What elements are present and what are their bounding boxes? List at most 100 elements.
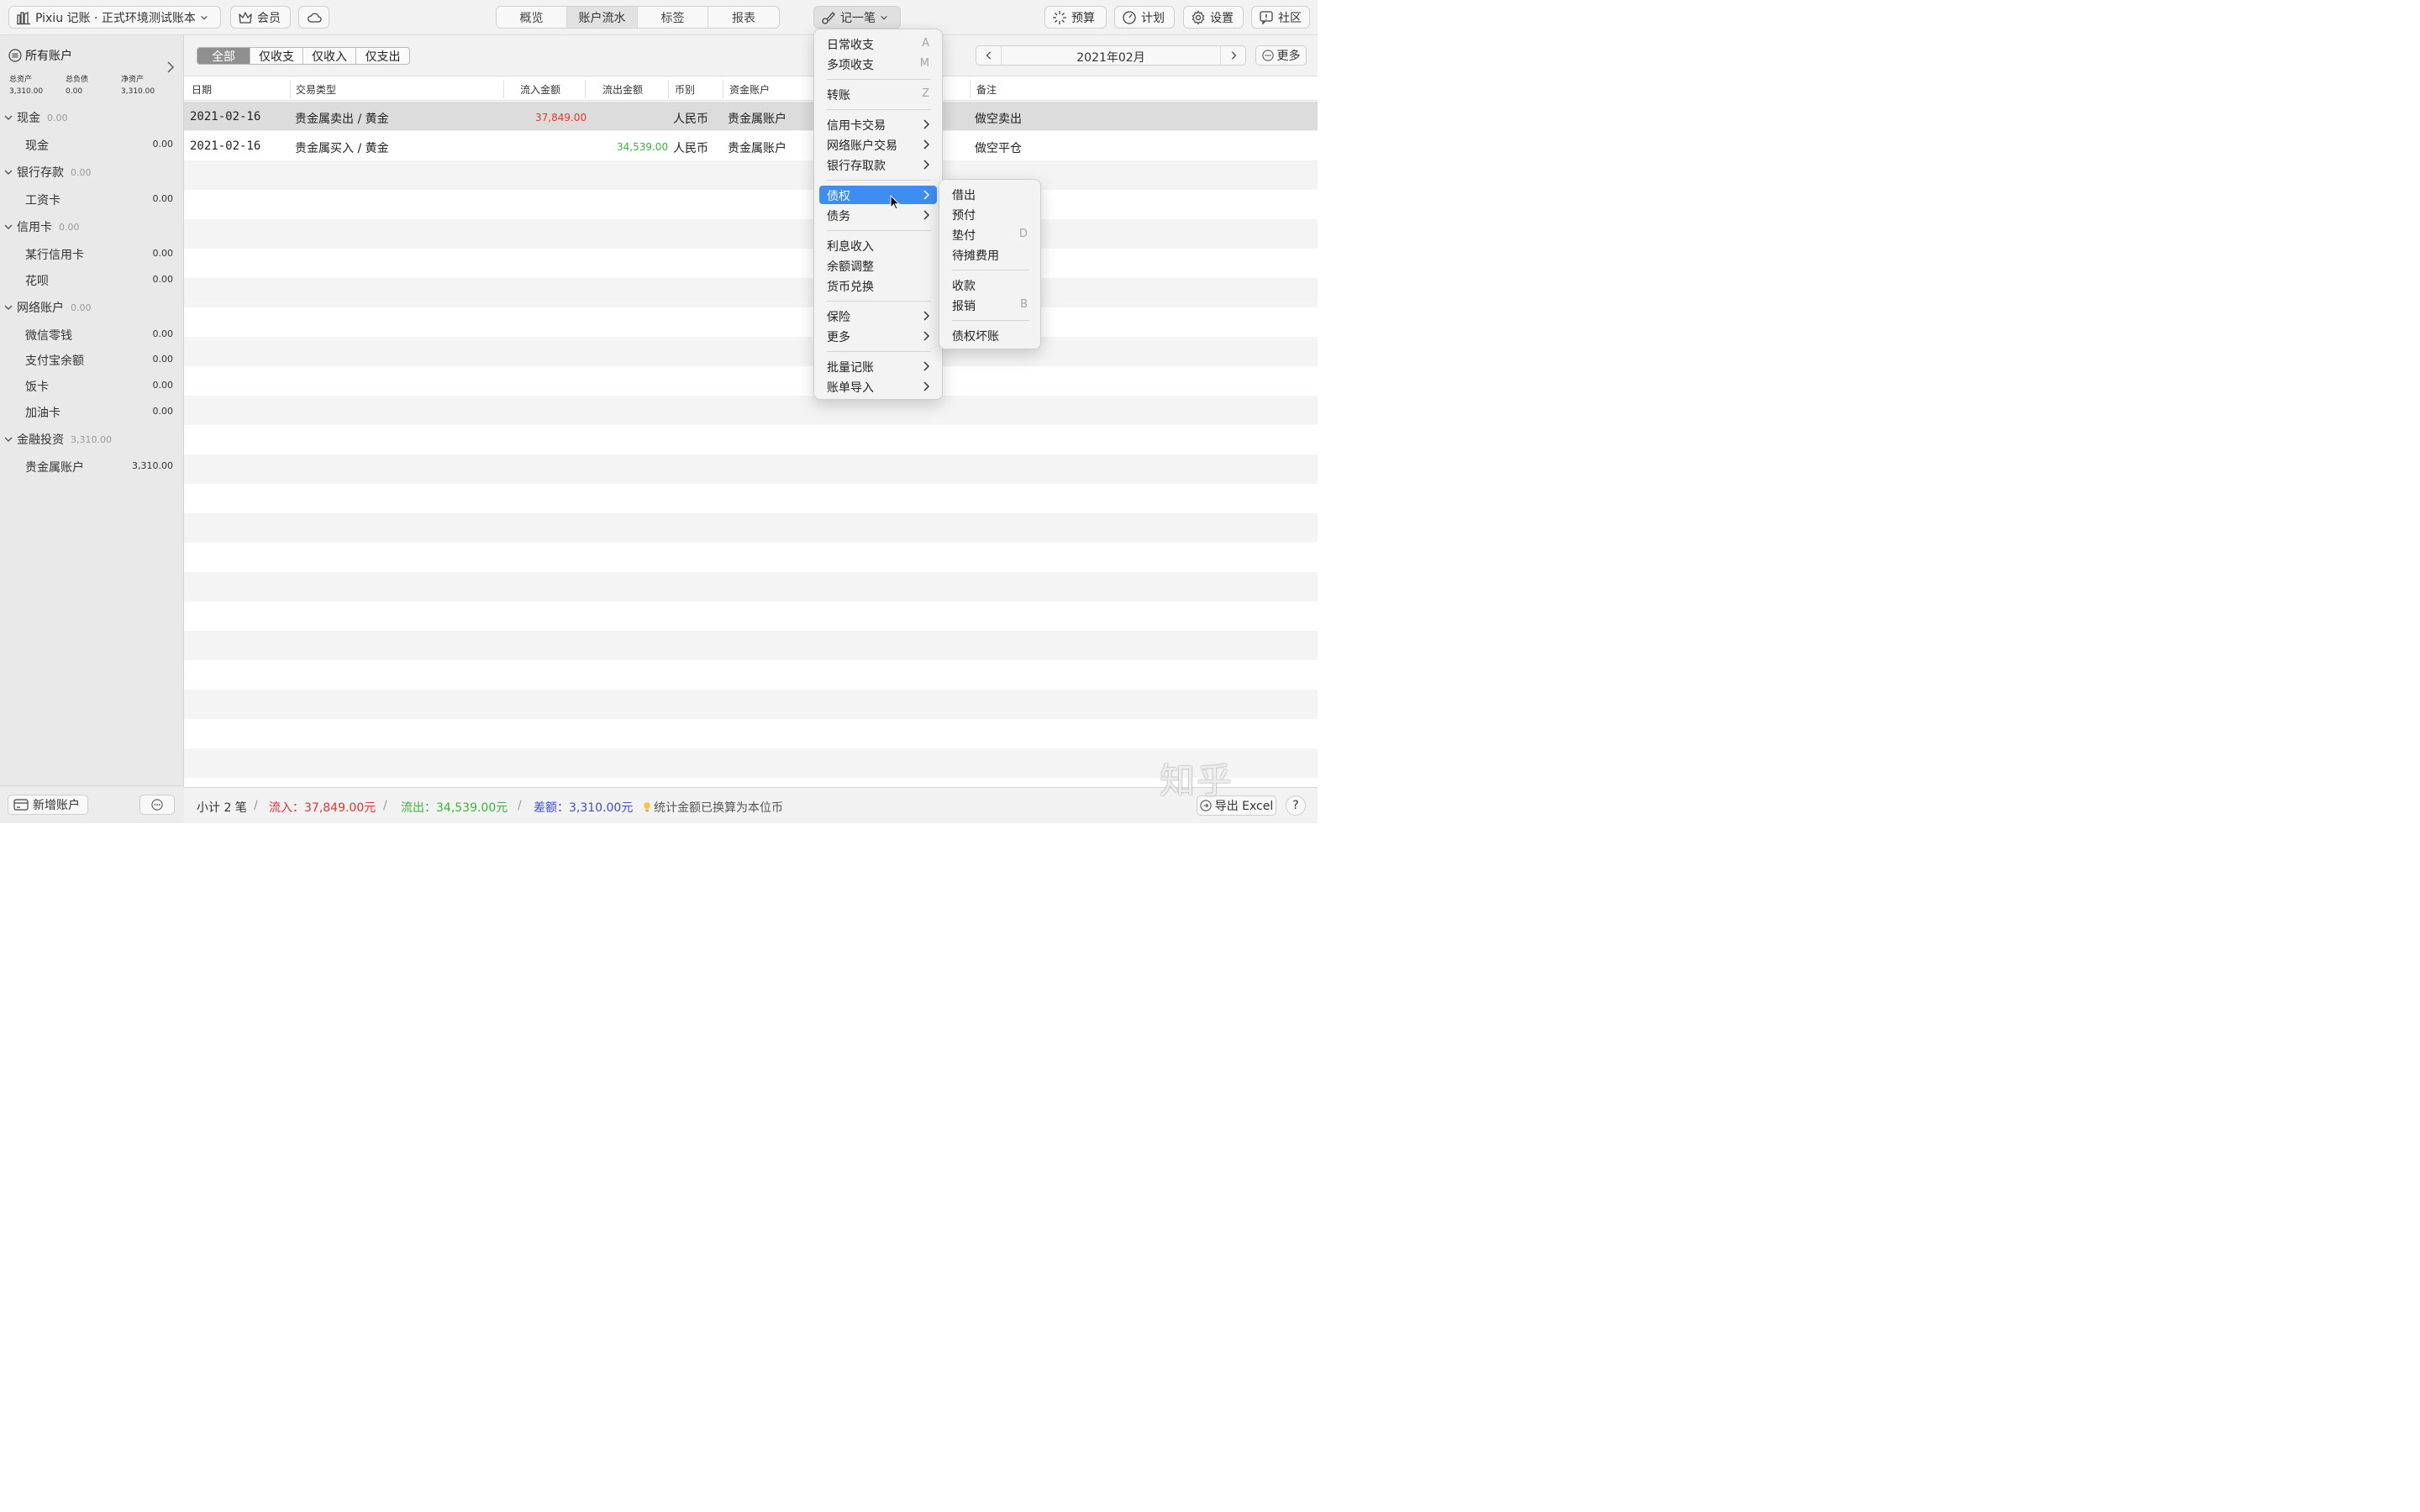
row-date: 2021-02-16: [190, 139, 261, 153]
month-label[interactable]: 2021年02月: [1002, 49, 1220, 66]
submenu-item-lend[interactable]: 借出: [944, 185, 1035, 203]
col-inflow[interactable]: 流入金额: [520, 82, 560, 97]
menu-item-bill-import[interactable]: 账单导入: [819, 377, 937, 396]
submenu-item-deferred-expense[interactable]: 待摊费用: [944, 245, 1035, 264]
chevron-right-icon: [923, 381, 929, 391]
community-label: 社区: [1278, 11, 1302, 25]
chevron-down-icon: [880, 13, 888, 22]
account-item-cash[interactable]: 现金 0.00: [0, 137, 184, 154]
menu-item-bank[interactable]: 银行存取款: [819, 155, 937, 174]
community-button[interactable]: 社区: [1251, 6, 1310, 29]
account-item-salary-card[interactable]: 工资卡 0.00: [0, 192, 184, 208]
submenu-item-advance[interactable]: 垫付 D: [944, 225, 1035, 244]
menu-item-batch[interactable]: 批量记账: [819, 357, 937, 375]
more-button[interactable]: 更多: [1255, 45, 1307, 66]
record-button[interactable]: 记一笔: [813, 6, 901, 29]
menu-item-multi[interactable]: 多项收支 M: [819, 55, 937, 73]
book-selector[interactable]: Pixiu 记账 · 正式环境测试账本: [8, 6, 221, 29]
add-account-button[interactable]: 新增账户: [8, 795, 88, 815]
row-stripe: [184, 425, 1318, 454]
pen-icon: [821, 10, 836, 25]
col-outflow[interactable]: 流出金额: [602, 82, 643, 97]
account-item-alipay[interactable]: 支付宝余额 0.00: [0, 352, 184, 369]
plan-button[interactable]: 计划: [1114, 6, 1175, 29]
next-month-button[interactable]: [1220, 46, 1245, 65]
col-note[interactable]: 备注: [976, 82, 997, 97]
group-cash[interactable]: 现金 0.00: [0, 109, 184, 126]
diff-summary: 差额：3,310.00元: [534, 799, 633, 816]
cloud-sync-button[interactable]: [298, 6, 329, 29]
menu-item-insurance[interactable]: 保险: [819, 307, 937, 325]
col-currency[interactable]: 币别: [675, 82, 695, 97]
account-item-meal-card[interactable]: 饭卡 0.00: [0, 378, 184, 395]
budget-button[interactable]: 预算: [1044, 6, 1107, 29]
menu-divider: [827, 351, 931, 352]
account-item-fuel-card[interactable]: 加油卡 0.00: [0, 404, 184, 421]
chevron-right-icon: [923, 361, 929, 371]
currency-note: 统计金额已换算为本位币: [643, 799, 783, 816]
tab-overview[interactable]: 概览: [497, 7, 567, 28]
row-account: 贵金属账户: [728, 142, 786, 155]
table-row[interactable]: 2021-02-16 贵金属卖出 / 黄金 37,849.00 人民币 贵金属账…: [184, 102, 1318, 130]
account-item-bank-credit-card[interactable]: 某行信用卡 0.00: [0, 246, 184, 263]
account-item-precious-metal[interactable]: 贵金属账户 3,310.00: [0, 459, 184, 475]
col-type[interactable]: 交易类型: [296, 82, 336, 97]
menu-item-online-account[interactable]: 网络账户交易: [819, 135, 937, 154]
tab-reports[interactable]: 报表: [708, 7, 779, 28]
menu-item-transfer[interactable]: 转账 Z: [819, 85, 937, 103]
filter-expense-only[interactable]: 仅支出: [356, 48, 409, 64]
tab-account-flow[interactable]: 账户流水: [567, 7, 638, 28]
separator: /: [254, 799, 258, 812]
submenu-item-bad-debt[interactable]: 债权坏账: [944, 326, 1035, 344]
submenu-item-prepay[interactable]: 预付: [944, 205, 1035, 223]
col-date[interactable]: 日期: [192, 82, 212, 97]
total-liabilities: 总负债 0.00: [66, 76, 89, 96]
settings-label: 设置: [1210, 11, 1234, 25]
group-name: 网络账户: [17, 302, 64, 315]
menu-item-debts[interactable]: 债务: [819, 206, 937, 224]
menu-item-balance-adjust[interactable]: 余额调整: [819, 256, 937, 275]
menu-item-claims[interactable]: 债权: [819, 186, 937, 204]
row-stripe: [184, 660, 1318, 690]
menu-item-more[interactable]: 更多: [819, 327, 937, 345]
filter-all[interactable]: 全部: [197, 48, 250, 64]
account-item-huabei[interactable]: 花呗 0.00: [0, 272, 184, 289]
chevron-right-icon[interactable]: [166, 60, 176, 74]
sidebar-more-button[interactable]: [139, 795, 175, 815]
chevron-right-icon: [1229, 50, 1238, 60]
group-bank-deposit[interactable]: 银行存款 0.00: [0, 164, 184, 181]
table-row[interactable]: 2021-02-16 贵金属买入 / 黄金 34,539.00 人民币 贵金属账…: [184, 131, 1318, 160]
all-accounts-header[interactable]: 所有账户: [8, 47, 72, 64]
col-account[interactable]: 资金账户: [729, 82, 770, 97]
chevron-down-icon: [3, 222, 13, 232]
currency-note-text: 统计金额已换算为本位币: [654, 801, 783, 815]
menu-divider: [827, 109, 931, 110]
menu-item-interest[interactable]: 利息收入: [819, 236, 937, 255]
prev-month-button[interactable]: [976, 46, 1002, 65]
menu-divider: [827, 301, 931, 302]
account-item-wechat[interactable]: 微信零钱 0.00: [0, 327, 184, 344]
record-label: 记一笔: [840, 11, 876, 25]
tab-tags[interactable]: 标签: [638, 7, 708, 28]
menu-item-currency-exchange[interactable]: 货币兑换: [819, 276, 937, 295]
settings-button[interactable]: 设置: [1183, 6, 1244, 29]
submenu-item-reimburse[interactable]: 报销 B: [944, 296, 1035, 314]
group-online-account[interactable]: 网络账户 0.00: [0, 299, 184, 316]
group-name: 银行存款: [17, 166, 64, 180]
filter-income-only[interactable]: 仅收入: [303, 48, 356, 64]
row-stripe: [184, 601, 1318, 631]
chevron-right-icon: [923, 139, 929, 150]
timer-icon: [1122, 10, 1137, 25]
filter-income-expense[interactable]: 仅收支: [250, 48, 303, 64]
row-stripe: [184, 748, 1318, 778]
help-button[interactable]: ?: [1286, 795, 1306, 816]
submenu-item-collect[interactable]: 收款: [944, 276, 1035, 294]
row-currency: 人民币: [673, 142, 708, 155]
group-financial-investment[interactable]: 金融投资 3,310.00: [0, 431, 184, 448]
total-assets: 总资产 3,310.00: [9, 76, 44, 96]
group-credit-card[interactable]: 信用卡 0.00: [0, 218, 184, 235]
menu-item-daily[interactable]: 日常收支 A: [819, 34, 937, 53]
row-stripe: [184, 719, 1318, 748]
member-button[interactable]: 会员: [230, 6, 291, 29]
menu-item-credit-card[interactable]: 信用卡交易: [819, 115, 937, 134]
